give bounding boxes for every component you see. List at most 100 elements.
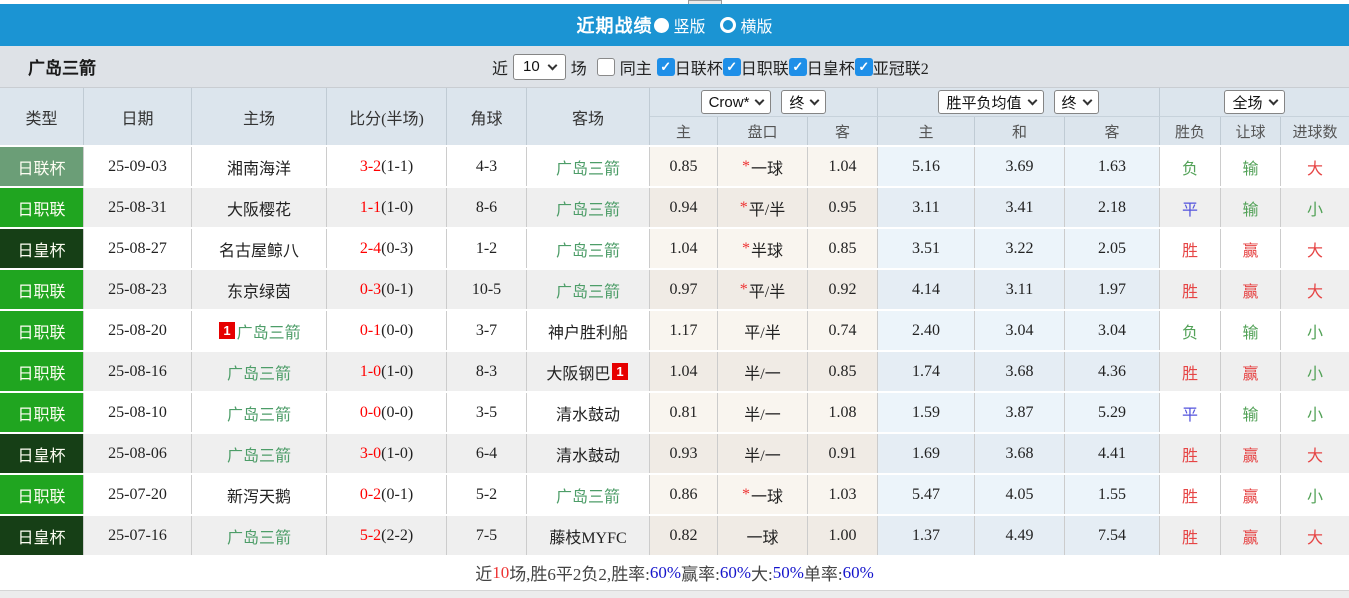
summary-line: 近 10 场,胜6平2负2, 胜率: 60% 赢率: 60% 大: 50% 单率: 60% xyxy=(0,555,1349,590)
score: 2-4 (0-3) xyxy=(327,229,447,268)
match-type: 日皇杯 xyxy=(0,434,84,473)
handicap-star-icon: * xyxy=(741,157,750,175)
near-count-select[interactable]: 10 xyxy=(513,53,566,80)
summary-segment: 胜率: xyxy=(611,565,650,584)
team-name-text: 广岛三箭 xyxy=(226,447,291,465)
avg-draw: 3.22 xyxy=(975,229,1065,268)
league-checkbox[interactable]: ✓ xyxy=(854,57,873,76)
avg-type-value: 胜平负均值 xyxy=(946,94,1022,112)
league-filter-item: ✓ 日皇杯 xyxy=(788,55,855,79)
table-row: 日皇杯 25-07-16 广岛三箭 5-2 (2-2) 7-5 藤枝MYFC 0.82 一球 1.… xyxy=(0,514,1349,555)
league-checkbox[interactable]: ✓ xyxy=(722,57,741,76)
half-time-score: (2-2) xyxy=(381,526,414,544)
rank-badge: 1 xyxy=(612,363,628,380)
away-team: 广岛三箭 xyxy=(527,229,650,268)
corner-score: 3-7 xyxy=(447,311,527,350)
radio-vertical-layout[interactable] xyxy=(654,17,670,33)
odds-away: 0.85 xyxy=(808,352,878,391)
result-handicap: 赢 xyxy=(1221,352,1281,391)
odds-final-select[interactable]: 终 xyxy=(781,90,827,114)
table-header: 类型 日期 主场 比分(半场) 角球 客场 Crow* 终 主 盘口 客 胜平负… xyxy=(0,88,1349,145)
radio-vertical-label[interactable]: 竖版 xyxy=(673,13,705,37)
team-name-text: 湘南海洋 xyxy=(226,160,291,178)
result-goals: 小 xyxy=(1281,311,1349,350)
home-team: 东京绿茵 xyxy=(192,270,327,309)
home-team: 名古屋鲸八 xyxy=(192,229,327,268)
subheader-avg-home: 主 xyxy=(878,117,975,145)
odds-away: 1.03 xyxy=(808,475,878,514)
away-team: 广岛三箭 xyxy=(527,188,650,227)
league-filter-label: 日联杯 xyxy=(674,60,723,78)
handicap: * 平/半 xyxy=(718,188,808,227)
result-text: 小 xyxy=(1306,365,1323,383)
header-away: 客场 xyxy=(527,88,650,145)
avg-home: 1.74 xyxy=(878,352,975,391)
team-name-text: 广岛三箭 xyxy=(226,365,291,383)
result-text: 赢 xyxy=(1242,529,1259,547)
away-team: 清水鼓动 xyxy=(527,434,650,473)
odds-away: 0.95 xyxy=(808,188,878,227)
corner-score: 6-4 xyxy=(447,434,527,473)
team-name-text: 新泻天鹅 xyxy=(226,488,291,506)
corner-score: 5-2 xyxy=(447,475,527,514)
avg-header-group: 胜平负均值 终 主 和 客 xyxy=(878,88,1160,145)
handicap: * 一球 xyxy=(718,475,808,514)
odds-away: 0.92 xyxy=(808,270,878,309)
avg-draw: 3.68 xyxy=(975,352,1065,391)
scope-select[interactable]: 全场 xyxy=(1224,90,1285,114)
league-checkbox[interactable]: ✓ xyxy=(656,57,675,76)
summary-segment: 大: xyxy=(751,565,773,584)
handicap-star-icon: * xyxy=(739,198,748,216)
table-row: 日职联 25-08-16 广岛三箭 1-0 (1-0) 8-3 大阪钢巴 1 1.04 半/一 0.… xyxy=(0,350,1349,391)
half-time-score: (0-1) xyxy=(381,485,414,503)
score: 1-0 (1-0) xyxy=(327,352,447,391)
avg-type-select[interactable]: 胜平负均值 xyxy=(938,90,1044,114)
score: 0-2 (0-1) xyxy=(327,475,447,514)
radio-horizontal-layout[interactable] xyxy=(719,17,736,33)
avg-final-value: 终 xyxy=(1061,94,1077,112)
odds-home: 0.93 xyxy=(650,434,718,473)
result-goals: 大 xyxy=(1281,270,1349,309)
result-text: 小 xyxy=(1306,488,1323,506)
result-goals: 小 xyxy=(1281,393,1349,432)
result-text: 赢 xyxy=(1242,283,1259,301)
match-type: 日职联 xyxy=(0,352,84,391)
away-team: 藤枝MYFC xyxy=(527,516,650,555)
full-time-score: 3-0 xyxy=(359,444,382,462)
table-row: 日职联 25-08-23 东京绿茵 0-3 (0-1) 10-5 广岛三箭 0.97 * 平/半 0… xyxy=(0,268,1349,309)
avg-home: 1.69 xyxy=(878,434,975,473)
half-time-score: (0-3) xyxy=(381,239,414,257)
result-text: 赢 xyxy=(1242,447,1259,465)
away-team: 大阪钢巴 1 xyxy=(527,352,650,391)
odds-away: 0.91 xyxy=(808,434,878,473)
avg-away: 4.36 xyxy=(1065,352,1160,391)
result-text: 大 xyxy=(1306,447,1323,465)
result-text: 胜 xyxy=(1181,488,1198,506)
avg-final-select[interactable]: 终 xyxy=(1053,90,1099,114)
avg-home: 2.40 xyxy=(878,311,975,350)
result-wdl: 胜 xyxy=(1160,229,1221,268)
result-text: 负 xyxy=(1181,160,1198,178)
result-text: 小 xyxy=(1306,324,1323,342)
company-select[interactable]: Crow* xyxy=(700,90,772,114)
result-text: 赢 xyxy=(1242,365,1259,383)
match-date: 25-07-20 xyxy=(84,475,192,514)
header-date: 日期 xyxy=(84,88,192,145)
corner-score: 1-2 xyxy=(447,229,527,268)
match-date: 25-08-20 xyxy=(84,311,192,350)
odds-away: 0.85 xyxy=(808,229,878,268)
same-home-checkbox[interactable] xyxy=(596,57,615,76)
corner-score: 4-3 xyxy=(447,147,527,186)
horizontal-scrollbar[interactable] xyxy=(0,590,1349,598)
scope-select-value: 全场 xyxy=(1232,94,1263,112)
league-checkbox[interactable]: ✓ xyxy=(788,57,807,76)
radio-horizontal-label[interactable]: 横版 xyxy=(741,13,773,37)
chevron-down-icon xyxy=(547,60,558,70)
away-team: 神户胜利船 xyxy=(527,311,650,350)
match-type: 日职联 xyxy=(0,393,84,432)
result-wdl: 负 xyxy=(1160,147,1221,186)
result-header-group: 全场 胜负 让球 进球数 xyxy=(1160,88,1349,145)
avg-home: 5.47 xyxy=(878,475,975,514)
handicap-text: 半/一 xyxy=(744,447,781,465)
corner-score: 8-3 xyxy=(447,352,527,391)
